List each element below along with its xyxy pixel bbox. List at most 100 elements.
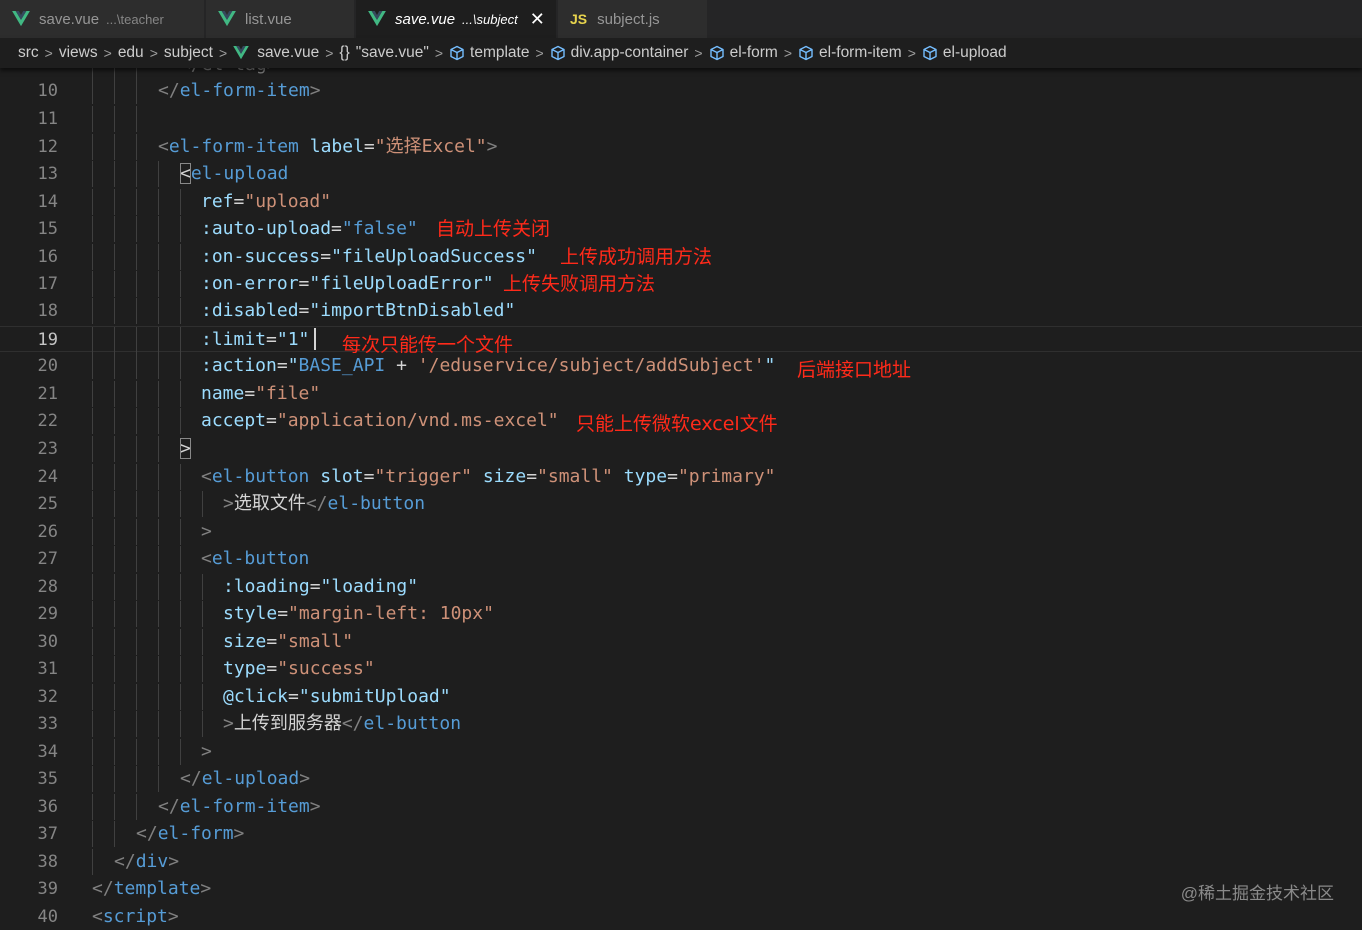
close-icon[interactable]: ✕ [530,9,545,30]
editor-tab-bar: save.vue ...\teacher list.vue save.vue .… [0,0,1362,38]
indent-guide [136,271,137,297]
line-number: 28 [37,577,58,597]
indent-guide [114,78,115,104]
indent-guide [114,464,115,490]
line-number: 19 [37,330,58,350]
breadcrumb-div[interactable]: div.app-container [550,44,688,62]
indent-guide [114,408,115,434]
line-number: 15 [37,219,58,239]
breadcrumb-subject[interactable]: subject [164,44,213,62]
code-text: <script> [92,906,179,927]
line-number: 38 [37,852,58,872]
breadcrumb-edu[interactable]: edu [118,44,144,62]
text-cursor [314,328,316,350]
indent-guide [92,298,93,324]
code-line: 25 >选取文件</el-button [0,491,1362,517]
line-number: 22 [37,411,58,431]
line-number: 29 [37,604,58,624]
code-line: 35 </el-upload> [0,766,1362,792]
breadcrumb-el-form-item[interactable]: el-form-item [798,44,902,62]
indent-guide [136,601,137,627]
indent-guide [136,794,137,820]
indent-guide [180,271,181,297]
indent-guide [158,711,159,737]
indent-guide [136,161,137,187]
indent-guide [92,601,93,627]
breadcrumb-el-form-label: el-form [729,44,778,61]
indent-guide [180,656,181,682]
code-line: 16 :on-success="fileUploadSuccess" 上传成功调… [0,244,1362,270]
indent-guide [92,408,93,434]
annotation-on-error: 上传失败调用方法 [503,273,656,295]
indent-guide [136,353,137,379]
code-line: 34 > [0,739,1362,765]
code-text: >选取文件</el-button [223,493,426,514]
line-number: 39 [37,879,58,899]
annotation-accept: 只能上传微软excel文件 [576,413,778,435]
vue-icon [218,11,236,27]
indent-guide [158,656,159,682]
code-text: @click="submitUpload" [223,686,451,707]
indent-guide [158,766,159,792]
chevron-right-icon: > [907,45,916,61]
indent-guide [92,161,93,187]
indent-guide [92,711,93,737]
code-text: :on-success="fileUploadSuccess" [201,246,537,267]
breadcrumb-src[interactable]: src [18,44,39,62]
breadcrumb-template-label: template [470,44,530,61]
vue-icon [233,46,249,60]
breadcrumb-file[interactable]: save.vue [233,44,319,62]
indent-guide [114,189,115,215]
cube-icon [450,45,464,61]
tab-list-vue[interactable]: list.vue [206,0,355,38]
code-text: </el-form-item> [158,80,321,101]
indent-guide [114,739,115,765]
indent-guide [136,739,137,765]
indent-guide [158,629,159,655]
chevron-right-icon: > [535,45,544,61]
indent-guide [180,327,181,353]
breadcrumb-views[interactable]: views [59,44,98,62]
tab-save-vue-teacher[interactable]: save.vue ...\teacher [0,0,205,38]
indent-guide [114,821,115,847]
indent-guide [136,327,137,353]
line-number: 17 [37,274,58,294]
indent-guide [202,684,203,710]
indent-guide [136,629,137,655]
indent-guide [180,546,181,572]
breadcrumb-el-upload[interactable]: el-upload [922,44,1007,62]
code-text: > [201,741,212,762]
indent-guide [92,134,93,160]
code-text: style="margin-left: 10px" [223,603,494,624]
line-number: 36 [37,797,58,817]
breadcrumb-component[interactable]: {} "save.vue" [339,44,428,62]
tab-save-vue-subject[interactable]: save.vue ...\subject ✕ [356,0,557,38]
line-number: 24 [37,467,58,487]
line-number: 12 [37,137,58,157]
breadcrumb-template[interactable]: template [449,44,529,62]
tab-subject-js[interactable]: JS subject.js [558,0,708,38]
line-number: 33 [37,714,58,734]
code-editor[interactable]: </el-tag> 10 </el-form-item> 11 12 <el-f… [0,68,1362,930]
indent-guide [158,298,159,324]
breadcrumb-component-label: "save.vue" [355,44,429,61]
indent-guide [158,464,159,490]
code-line: 40 <script> [0,904,1362,930]
indent-guide [114,106,115,132]
code-line: 12 <el-form-item label="选择Excel"> [0,134,1362,160]
indent-guide [136,134,137,160]
indent-guide [114,298,115,324]
indent-guide [136,464,137,490]
indent-guide [92,244,93,270]
code-text: </el-upload> [180,768,311,789]
code-text: ref="upload" [201,191,332,212]
indent-guide [114,574,115,600]
indent-guide [180,353,181,379]
indent-guide [136,491,137,517]
breadcrumb-el-form[interactable]: el-form [709,44,778,62]
tab-label: list.vue [245,10,292,28]
code-text: :disabled="importBtnDisabled" [201,300,516,321]
code-text: <el-upload [180,163,289,184]
indent-guide [114,327,115,353]
indent-guide [114,684,115,710]
